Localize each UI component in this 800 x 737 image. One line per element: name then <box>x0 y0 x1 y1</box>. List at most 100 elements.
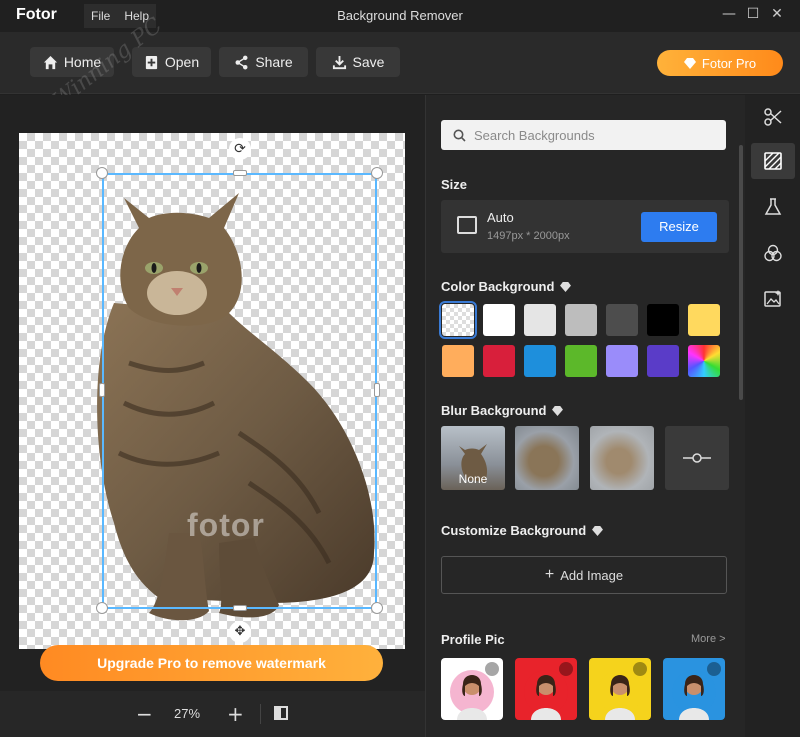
search-input[interactable] <box>474 127 704 143</box>
download-icon <box>332 55 346 69</box>
move-icon[interactable]: ✥ <box>229 621 251 643</box>
maximize-button[interactable]: ☐ <box>742 6 764 26</box>
zoom-bar: − 27% + <box>0 691 425 737</box>
save-button[interactable]: Save <box>316 47 400 77</box>
profile-pic-title: Profile Pic <box>441 632 505 647</box>
color-swatch[interactable] <box>647 304 679 336</box>
size-dimensions: 1497px * 2000px <box>487 230 570 242</box>
color-swatch[interactable] <box>647 345 679 377</box>
selection-box[interactable] <box>102 173 377 609</box>
profile-pic-thumb[interactable] <box>515 658 577 720</box>
color-swatch[interactable] <box>688 304 720 336</box>
resize-handle-tl[interactable] <box>96 167 108 179</box>
add-image-button[interactable]: + Add Image <box>441 556 727 594</box>
share-button[interactable]: Share <box>219 47 308 77</box>
color-background-title: Color Background <box>441 279 572 294</box>
zoom-divider <box>260 704 261 724</box>
add-image-label: Add Image <box>560 567 624 583</box>
diamond-icon <box>552 405 564 416</box>
customize-background-label: Customize Background <box>441 523 587 538</box>
premium-badge <box>633 662 647 676</box>
size-title: Size <box>441 177 468 192</box>
color-tool-button[interactable] <box>751 235 795 271</box>
home-icon <box>43 55 57 69</box>
blur-none-thumb[interactable]: None <box>441 426 505 490</box>
diamond-icon <box>592 525 604 536</box>
size-label: Auto <box>487 210 514 225</box>
premium-badge <box>485 662 499 676</box>
image-icon <box>457 216 477 234</box>
effects-tool-button[interactable] <box>751 189 795 225</box>
resize-handle-tr[interactable] <box>371 167 383 179</box>
customize-background-title: Customize Background <box>441 523 604 538</box>
upgrade-pro-button[interactable]: Upgrade Pro to remove watermark <box>40 645 383 681</box>
zoom-in-button[interactable]: + <box>227 702 244 726</box>
app-name: Fotor <box>16 6 57 23</box>
cutout-tool-button[interactable] <box>751 99 795 135</box>
color-swatch[interactable] <box>524 304 556 336</box>
flask-icon <box>764 198 782 215</box>
minimize-button[interactable]: — <box>718 6 740 26</box>
blur-background-label: Blur Background <box>441 403 547 418</box>
resize-handle-left[interactable] <box>99 383 105 397</box>
blur-slider-button[interactable] <box>665 426 729 490</box>
color-swatch[interactable] <box>483 304 515 336</box>
resize-handle-top[interactable] <box>233 170 247 176</box>
color-swatch[interactable] <box>439 301 477 339</box>
compare-icon[interactable] <box>274 706 288 720</box>
resize-handle-right[interactable] <box>374 383 380 397</box>
plus-icon: + <box>544 566 555 583</box>
zoom-out-button[interactable]: − <box>136 702 153 726</box>
color-swatch[interactable] <box>565 304 597 336</box>
save-label: Save <box>352 54 385 70</box>
blur-none-label: None <box>458 472 488 486</box>
open-label: Open <box>164 54 200 70</box>
add-file-icon <box>145 55 157 69</box>
resize-handle-bl[interactable] <box>96 602 108 614</box>
menu-file[interactable]: File <box>84 4 117 28</box>
scissors-icon <box>764 108 782 126</box>
blur-background-title: Blur Background <box>441 403 564 418</box>
diamond-icon <box>683 57 696 69</box>
size-card: Auto 1497px * 2000px Resize <box>441 200 729 253</box>
image-edit-icon <box>764 290 781 307</box>
color-swatch[interactable] <box>565 345 597 377</box>
blur-heavy-thumb[interactable] <box>590 426 654 490</box>
color-swatch[interactable] <box>606 304 638 336</box>
profile-pic-thumb[interactable] <box>663 658 725 720</box>
share-icon <box>235 55 248 69</box>
fotor-pro-button[interactable]: Fotor Pro <box>657 50 783 76</box>
more-link[interactable]: More > <box>691 633 726 645</box>
ai-image-tool-button[interactable] <box>751 281 795 317</box>
premium-badge <box>707 662 721 676</box>
color-background-label: Color Background <box>441 279 555 294</box>
background-icon <box>764 152 782 170</box>
search-box[interactable] <box>441 120 726 150</box>
color-swatch[interactable] <box>524 345 556 377</box>
zoom-value: 27% <box>174 706 201 721</box>
color-swatch[interactable] <box>442 345 474 377</box>
resize-handle-br[interactable] <box>371 602 383 614</box>
fotor-pro-label: Fotor Pro <box>701 55 757 71</box>
panel-scrollbar[interactable] <box>739 145 743 400</box>
color-swatch[interactable] <box>688 345 720 377</box>
color-swatch[interactable] <box>606 345 638 377</box>
title-bar: Fotor File Help Background Remover — ☐ ✕ <box>0 0 800 32</box>
color-swatch[interactable] <box>483 345 515 377</box>
blur-light-thumb[interactable] <box>515 426 579 490</box>
close-button[interactable]: ✕ <box>766 6 788 26</box>
search-icon <box>453 129 466 142</box>
resize-handle-bottom[interactable] <box>233 605 247 611</box>
diamond-icon <box>560 281 572 292</box>
background-panel: Size Auto 1497px * 2000px Resize Color B… <box>425 95 745 737</box>
background-tool-button[interactable] <box>751 143 795 179</box>
profile-pic-thumb[interactable] <box>441 658 503 720</box>
resize-button[interactable]: Resize <box>641 212 717 242</box>
slider-icon <box>683 453 711 463</box>
open-button[interactable]: Open <box>132 47 211 77</box>
rotate-icon[interactable]: ⟳ <box>229 138 251 160</box>
profile-pic-thumb[interactable] <box>589 658 651 720</box>
tool-strip <box>745 95 800 737</box>
premium-badge <box>559 662 573 676</box>
canvas-area: fotor ⟳ ✥ Upgrade Pro to remove watermar… <box>0 95 425 691</box>
